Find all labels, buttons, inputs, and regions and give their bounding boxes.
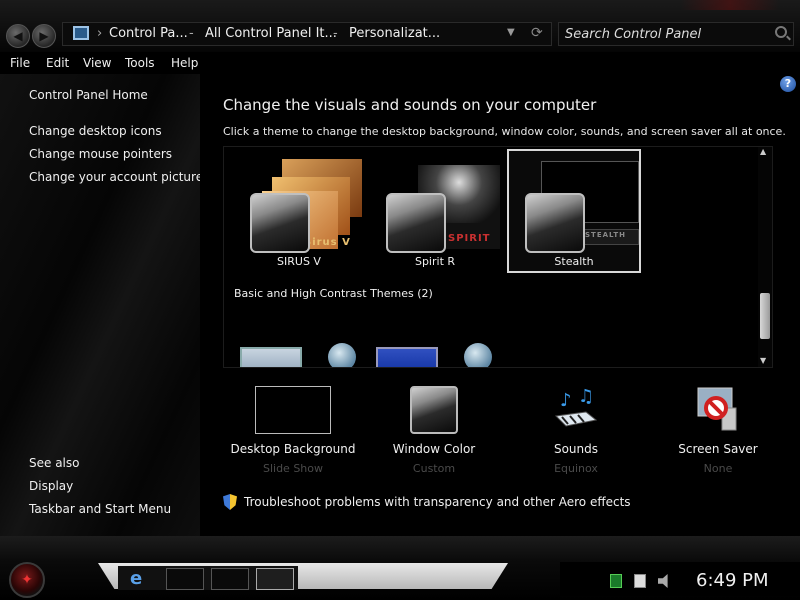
- desktop-background-icon: [255, 386, 331, 434]
- svg-text:♫: ♫: [578, 386, 594, 407]
- change-account-picture-link[interactable]: Change your account picture: [29, 170, 203, 184]
- taskbar-button-control-panel[interactable]: [211, 568, 249, 590]
- theme-thumbnail: Sirus V: [242, 155, 364, 253]
- taskbar-button-explorer[interactable]: [166, 568, 204, 590]
- see-also-heading: See also: [29, 456, 80, 470]
- breadcrumb-separator-icon: -: [333, 26, 338, 41]
- theme-spirit-r[interactable]: SPIRIT Spirit R: [368, 149, 502, 273]
- search-icon[interactable]: [775, 26, 787, 38]
- breadcrumb-item-all-items[interactable]: All Control Panel It...: [205, 26, 337, 41]
- theme-name: Spirit R: [414, 255, 456, 268]
- menu-view[interactable]: View: [83, 56, 111, 70]
- taskbar-start-menu-link[interactable]: Taskbar and Start Menu: [29, 502, 171, 516]
- clock[interactable]: 6:49 PM: [696, 570, 769, 591]
- window-color-button[interactable]: Window Color Custom: [364, 386, 504, 482]
- theme-brand-label: Sirus V: [304, 237, 351, 248]
- theme-sirus-v[interactable]: Sirus V SIRUS V: [232, 149, 366, 273]
- taskbar-button-personalization[interactable]: [256, 568, 294, 590]
- sounds-label: Sounds: [553, 442, 599, 456]
- sounds-icon: ♪ ♫: [552, 386, 600, 434]
- sounds-button[interactable]: ♪ ♫ Sounds Equinox: [506, 386, 646, 482]
- desktop-background-button[interactable]: Desktop Background Slide Show: [223, 386, 363, 482]
- start-button[interactable]: [9, 562, 45, 598]
- breadcrumb-item-personalization[interactable]: Personalizat...: [349, 26, 440, 41]
- theme-basic[interactable]: [240, 347, 302, 367]
- control-panel-icon: [73, 26, 89, 40]
- internet-explorer-icon[interactable]: e: [130, 568, 142, 589]
- search-box[interactable]: [558, 22, 794, 46]
- sounds-value: Equinox: [554, 462, 598, 475]
- help-icon[interactable]: ?: [780, 76, 796, 92]
- network-icon[interactable]: [634, 574, 646, 588]
- window-color-swatch: [525, 193, 585, 253]
- window-color-icon: [410, 386, 458, 434]
- refresh-icon[interactable]: ⟳: [531, 25, 543, 41]
- desktop-background-value: Slide Show: [262, 462, 324, 475]
- forward-arrow-icon: ▶: [39, 29, 49, 43]
- menu-file[interactable]: File: [10, 56, 30, 70]
- screen-saver-label: Screen Saver: [678, 442, 758, 456]
- back-button[interactable]: ◀: [6, 24, 30, 48]
- svg-text:♪: ♪: [560, 390, 572, 411]
- theme-list-scrollbar[interactable]: ▲ ▼: [758, 147, 772, 367]
- breadcrumb-separator-icon: ›: [97, 26, 103, 41]
- menu-bar: File Edit View Tools Help: [0, 52, 800, 74]
- theme-name: Stealth: [554, 255, 594, 268]
- troubleshoot-label[interactable]: Troubleshoot problems with transparency …: [244, 495, 631, 509]
- search-input[interactable]: [565, 25, 765, 43]
- screen-saver-mini-icon: [328, 343, 356, 367]
- window-color-value: Custom: [412, 462, 456, 475]
- change-mouse-pointers-link[interactable]: Change mouse pointers: [29, 147, 172, 161]
- theme-brand-label: STEALTH: [585, 231, 626, 239]
- theme-thumbnail: STEALTH: [517, 155, 639, 253]
- address-bar: ◀ ▶ › Control Pa... - All Control Panel …: [0, 0, 800, 52]
- scroll-down-icon[interactable]: ▼: [760, 356, 766, 365]
- chevron-down-icon[interactable]: ▼: [507, 27, 515, 38]
- menu-tools[interactable]: Tools: [125, 56, 155, 70]
- back-arrow-icon: ◀: [13, 29, 23, 43]
- window-color-swatch: [250, 193, 310, 253]
- forward-button[interactable]: ▶: [32, 24, 56, 48]
- screen-saver-mini-icon: [464, 343, 492, 367]
- taskbar: e 6:49 PM: [0, 536, 800, 600]
- battery-icon[interactable]: [610, 574, 622, 588]
- menu-help[interactable]: Help: [171, 56, 198, 70]
- page-title: Change the visuals and sounds on your co…: [223, 96, 597, 114]
- theme-list: Sirus V SIRUS V SPIRIT Spirit R STEALTH: [223, 146, 773, 368]
- menu-edit[interactable]: Edit: [46, 56, 69, 70]
- screen-saver-value: None: [703, 462, 733, 475]
- page-subtitle: Click a theme to change the desktop back…: [223, 125, 786, 138]
- title-decoration: [680, 0, 780, 10]
- change-desktop-icons-link[interactable]: Change desktop icons: [29, 124, 162, 138]
- basic-themes-header[interactable]: Basic and High Contrast Themes (2): [234, 287, 433, 300]
- breadcrumb-separator-icon: -: [189, 26, 194, 41]
- screen-saver-icon: [694, 386, 742, 434]
- window-color-label: Window Color: [392, 442, 476, 456]
- theme-high-contrast[interactable]: [376, 347, 438, 367]
- breadcrumb-item-control-panel[interactable]: Control Pa...: [109, 26, 188, 41]
- scrollbar-thumb[interactable]: [760, 293, 770, 339]
- display-link[interactable]: Display: [29, 479, 73, 493]
- desktop-background-label: Desktop Background: [230, 442, 356, 456]
- theme-brand-label: SPIRIT: [448, 233, 491, 244]
- breadcrumb[interactable]: › Control Pa... - All Control Panel It..…: [62, 22, 552, 46]
- control-panel-home-link[interactable]: Control Panel Home: [29, 88, 148, 102]
- screen-saver-button[interactable]: Screen Saver None: [648, 386, 788, 482]
- task-pane: Control Panel Home Change desktop icons …: [0, 74, 203, 536]
- window-color-swatch: [386, 193, 446, 253]
- main-content: ? Change the visuals and sounds on your …: [200, 74, 800, 536]
- theme-thumbnail: SPIRIT: [378, 155, 500, 253]
- scroll-up-icon[interactable]: ▲: [760, 147, 766, 156]
- theme-name: SIRUS V: [277, 255, 321, 268]
- theme-stealth[interactable]: STEALTH Stealth: [507, 149, 641, 273]
- shield-icon: [223, 494, 237, 510]
